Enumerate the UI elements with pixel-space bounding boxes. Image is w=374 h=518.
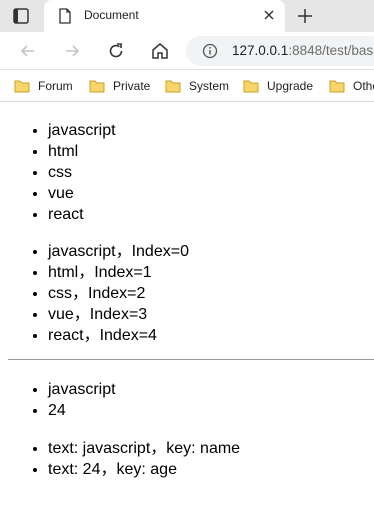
folder-icon (14, 80, 30, 93)
new-tab-icon[interactable] (296, 7, 314, 25)
bookmark-label: Upgrade (267, 79, 314, 93)
bookmark-label: Othe (353, 79, 374, 93)
folder-icon (243, 80, 259, 93)
forward-icon[interactable] (62, 41, 82, 61)
list-item: react (48, 204, 116, 225)
toolbar: 127.0.0.1:8848/test/bas (0, 32, 374, 70)
list-item: text: javascript，key: name (48, 438, 240, 459)
bookmark-forum[interactable]: Forum (14, 77, 73, 95)
bookmark-upgrade[interactable]: Upgrade (243, 77, 313, 95)
url-text: 127.0.0.1:8848/test/bas (232, 43, 373, 58)
reload-icon[interactable] (106, 41, 126, 61)
list-item: html，Index=1 (48, 262, 189, 283)
tab-strip: Document (0, 0, 374, 32)
tab-title: Document (84, 8, 139, 22)
back-icon[interactable] (18, 41, 38, 61)
bookmark-private[interactable]: Private (89, 77, 150, 95)
tab-actions-icon[interactable] (12, 7, 30, 25)
list-item: text: 24，key: age (48, 459, 240, 480)
document-icon (59, 8, 71, 24)
object-values-list: javascript 24 (0, 379, 116, 421)
address-bar[interactable]: 127.0.0.1:8848/test/bas (186, 36, 374, 66)
list-item: 24 (48, 400, 116, 421)
list-item: javascript (48, 120, 116, 141)
list-item: css，Index=2 (48, 283, 189, 304)
object-keys-list: text: javascript，key: name text: 24，key:… (0, 438, 240, 480)
list-item: javascript (48, 379, 116, 400)
list-item: vue，Index=3 (48, 304, 189, 325)
bookmark-label: System (189, 79, 230, 93)
close-icon[interactable] (261, 7, 277, 23)
bookmark-label: Forum (38, 79, 73, 93)
home-icon[interactable] (150, 41, 170, 61)
folder-icon (89, 80, 105, 93)
framework-list: javascript html css vue react (0, 120, 116, 225)
list-item: vue (48, 183, 116, 204)
list-item: javascript，Index=0 (48, 241, 189, 262)
bookmark-system[interactable]: System (165, 77, 229, 95)
info-icon[interactable] (202, 43, 218, 59)
active-tab[interactable]: Document (44, 0, 285, 32)
bookmarks-bar: Forum Private System Upgrade Othe (0, 70, 374, 102)
bookmark-label: Private (113, 79, 151, 93)
list-item: react，Index=4 (48, 325, 189, 346)
list-item: css (48, 162, 116, 183)
indexed-list: javascript，Index=0 html，Index=1 css，Inde… (0, 241, 189, 346)
folder-icon (329, 80, 345, 93)
url-path: :8848/test/bas (288, 43, 374, 58)
horizontal-rule (8, 359, 374, 360)
list-item: html (48, 141, 116, 162)
url-host: 127.0.0.1 (232, 43, 289, 58)
folder-icon (165, 80, 181, 93)
bookmark-other[interactable]: Othe (329, 77, 374, 95)
